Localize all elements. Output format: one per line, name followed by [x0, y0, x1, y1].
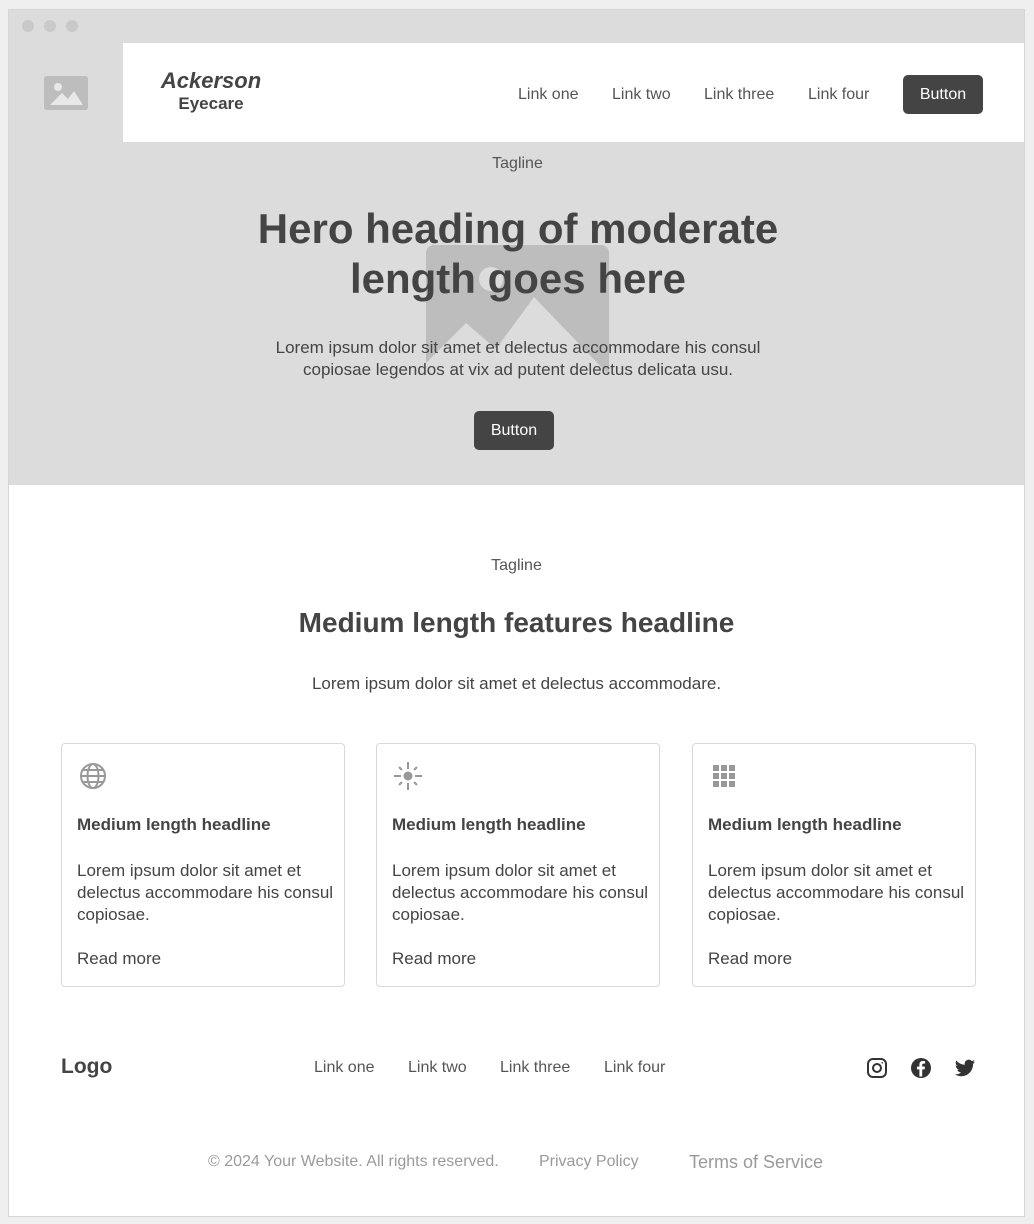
hero-section: Tagline Hero heading of moderate length …	[9, 142, 1024, 485]
read-more-link[interactable]: Read more	[392, 949, 476, 969]
terms-of-service-link[interactable]: Terms of Service	[689, 1152, 823, 1173]
feature-card: Medium length headline Lorem ipsum dolor…	[61, 743, 345, 987]
nav-link-four[interactable]: Link four	[808, 85, 869, 105]
nav-link-three[interactable]: Link three	[704, 85, 774, 105]
read-more-link[interactable]: Read more	[708, 949, 792, 969]
brand-subname: Eyecare	[178, 94, 244, 113]
window-dot-maximize[interactable]	[66, 20, 78, 32]
nav-link-two[interactable]: Link two	[612, 85, 671, 105]
feature-card: Medium length headline Lorem ipsum dolor…	[376, 743, 660, 987]
footer-link-one[interactable]: Link one	[314, 1059, 375, 1077]
grid-icon	[709, 761, 739, 791]
brand-name: Ackerson	[160, 68, 262, 93]
card-body: Lorem ipsum dolor sit amet et delectus a…	[708, 861, 965, 924]
card-headline: Medium length headline	[392, 815, 586, 834]
instagram-icon[interactable]	[866, 1057, 888, 1079]
card-headline: Medium length headline	[708, 815, 902, 834]
footer-link-two[interactable]: Link two	[408, 1059, 467, 1077]
read-more-link[interactable]: Read more	[77, 949, 161, 969]
window-dot-close[interactable]	[22, 20, 34, 32]
card-body: Lorem ipsum dolor sit amet et delectus a…	[392, 861, 649, 924]
features-headline: Medium length features headline	[298, 607, 735, 638]
footer-link-three[interactable]: Link three	[500, 1059, 570, 1077]
image-icon	[44, 76, 88, 110]
copyright-text: © 2024 Your Website. All rights reserved…	[208, 1153, 499, 1170]
features-tagline: Tagline	[491, 557, 542, 574]
top-navigation: Ackerson Eyecare Link one Link two Link …	[123, 43, 1024, 142]
hero-button[interactable]: Button	[474, 411, 554, 450]
brand-logo[interactable]: Ackerson Eyecare	[159, 68, 263, 114]
nav-button[interactable]: Button	[903, 75, 983, 114]
facebook-icon[interactable]	[910, 1057, 932, 1079]
features-subtext: Lorem ipsum dolor sit amet et delectus a…	[311, 674, 722, 693]
nav-link-one[interactable]: Link one	[518, 85, 579, 105]
hero-tagline: Tagline	[492, 155, 543, 172]
privacy-policy-link[interactable]: Privacy Policy	[539, 1153, 639, 1171]
feature-card: Medium length headline Lorem ipsum dolor…	[692, 743, 976, 987]
card-body: Lorem ipsum dolor sit amet et delectus a…	[77, 861, 334, 924]
footer-logo[interactable]: Logo	[61, 1055, 112, 1079]
globe-icon	[78, 761, 108, 791]
browser-window: Ackerson Eyecare Link one Link two Link …	[8, 9, 1025, 1217]
card-headline: Medium length headline	[77, 815, 271, 834]
window-dot-minimize[interactable]	[44, 20, 56, 32]
twitter-icon[interactable]	[954, 1057, 976, 1079]
hero-subtext: Lorem ipsum dolor sit amet et delectus a…	[275, 338, 761, 379]
image-placeholder	[9, 43, 123, 142]
window-chrome	[9, 10, 1024, 43]
sparkle-icon	[393, 761, 423, 791]
hero-heading: Hero heading of moderate length goes her…	[257, 205, 779, 302]
footer-link-four[interactable]: Link four	[604, 1059, 665, 1077]
